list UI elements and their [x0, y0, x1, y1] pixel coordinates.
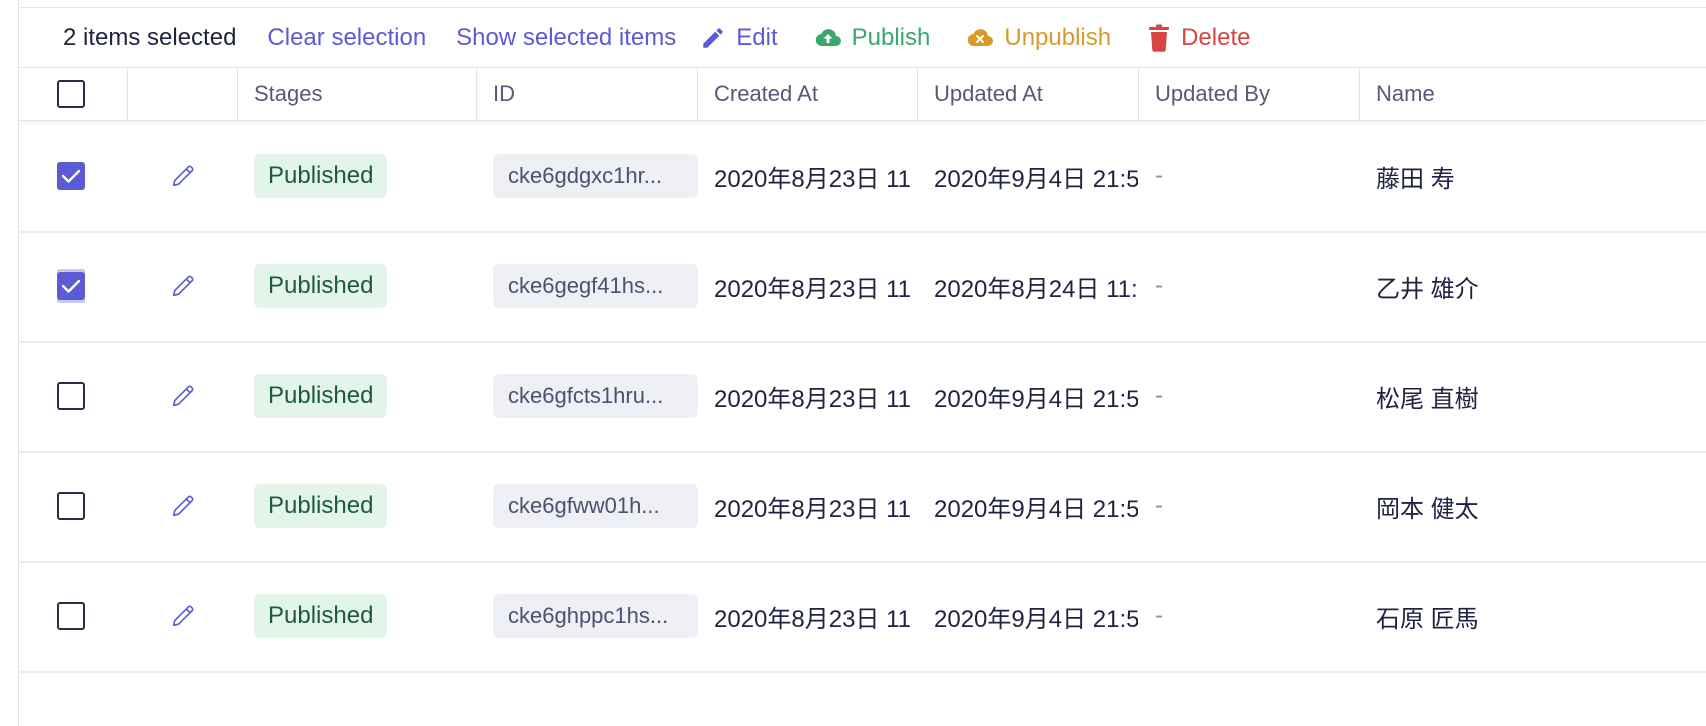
- row-edit-button[interactable]: [169, 341, 197, 451]
- id-chip[interactable]: cke6gegf41hs...: [493, 264, 698, 308]
- row-created-at: 2020年8月23日 11: [714, 275, 912, 303]
- row-updated-at: 2020年8月24日 11:: [934, 275, 1138, 303]
- row-name: 石原 匠馬: [1376, 605, 1479, 633]
- row-updated-by: -: [1155, 492, 1163, 519]
- pencil-outline-icon: [172, 385, 194, 407]
- status-badge: Published: [254, 264, 388, 308]
- trash-icon: [1149, 24, 1170, 52]
- row-select-cell: [57, 561, 85, 671]
- select-all-cell: [57, 68, 85, 120]
- table-row[interactable]: Published cke6gegf41hs... 2020年8月23日 11 202…: [19, 231, 1706, 343]
- row-stage-cell: Published: [254, 341, 388, 451]
- column-header-created-at[interactable]: Created At: [714, 68, 818, 120]
- column-divider: [127, 68, 128, 120]
- row-select-checkbox[interactable]: [57, 602, 85, 630]
- cloud-cancel-icon: [968, 28, 994, 46]
- column-header-stages[interactable]: Stages: [254, 68, 323, 120]
- row-id-cell: cke6gfcts1hru...: [493, 341, 698, 451]
- id-chip[interactable]: cke6gdgxc1hr...: [493, 154, 698, 198]
- row-edit-button[interactable]: [169, 121, 197, 231]
- checkmark-icon: [61, 169, 81, 183]
- publish-label: Publish: [851, 23, 931, 51]
- clear-selection-link[interactable]: Clear selection: [267, 24, 426, 52]
- row-id-cell: cke6gdgxc1hr...: [493, 121, 698, 231]
- row-edit-button[interactable]: [169, 561, 197, 671]
- table-row[interactable]: Published cke6ghppc1hs... 2020年8月23日 11 202…: [19, 561, 1706, 673]
- id-chip[interactable]: cke6gfcts1hru...: [493, 374, 698, 418]
- row-select-cell: [57, 121, 85, 231]
- row-id-cell: cke6ghppc1hs...: [493, 561, 698, 671]
- row-updated-by: -: [1155, 602, 1163, 629]
- column-divider: [1359, 68, 1360, 120]
- column-header-id[interactable]: ID: [493, 68, 515, 120]
- column-header-name[interactable]: Name: [1376, 68, 1435, 120]
- row-edit-button[interactable]: [169, 451, 197, 561]
- selected-count: 2 items selected: [63, 23, 237, 51]
- row-created-at: 2020年8月23日 11: [714, 385, 912, 413]
- row-created-at: 2020年8月23日 11: [714, 605, 912, 633]
- row-select-checkbox[interactable]: [57, 162, 85, 190]
- row-updated-at: 2020年9月4日 21:5: [934, 495, 1138, 523]
- row-id-cell: cke6gegf41hs...: [493, 231, 698, 341]
- id-chip[interactable]: cke6gfww01h...: [493, 484, 698, 528]
- column-header-updated-by[interactable]: Updated By: [1155, 68, 1270, 120]
- show-selected-items-link[interactable]: Show selected items: [456, 24, 676, 52]
- row-stage-cell: Published: [254, 451, 388, 561]
- row-stage-cell: Published: [254, 561, 388, 671]
- row-updated-at: 2020年9月4日 21:5: [934, 605, 1138, 633]
- row-select-cell: [57, 231, 85, 341]
- bulk-action-toolbar: 2 items selected Clear selection Show se…: [19, 8, 1706, 68]
- row-select-checkbox[interactable]: [57, 272, 85, 300]
- publish-button[interactable]: Publish: [814, 23, 931, 52]
- row-name: 岡本 健太: [1376, 495, 1479, 523]
- pencil-outline-icon: [172, 605, 194, 627]
- status-badge: Published: [254, 374, 388, 418]
- row-select-cell: [57, 451, 85, 561]
- row-select-checkbox[interactable]: [57, 492, 85, 520]
- row-stage-cell: Published: [254, 231, 388, 341]
- row-created-at: 2020年8月23日 11: [714, 495, 912, 523]
- row-name: 松尾 直樹: [1376, 385, 1479, 413]
- row-created-at: 2020年8月23日 11: [714, 165, 912, 193]
- pencil-outline-icon: [172, 165, 194, 187]
- row-updated-by: -: [1155, 162, 1163, 189]
- column-divider: [917, 68, 918, 120]
- edit-label: Edit: [736, 23, 778, 51]
- column-header-updated-at[interactable]: Updated At: [934, 68, 1043, 120]
- status-badge: Published: [254, 154, 388, 198]
- pencil-outline-icon: [172, 495, 194, 517]
- delete-button[interactable]: Delete: [1147, 24, 1250, 52]
- row-select-cell: [57, 341, 85, 451]
- row-updated-at: 2020年9月4日 21:5: [934, 385, 1138, 413]
- row-updated-by: -: [1155, 272, 1163, 299]
- delete-label: Delete: [1181, 23, 1251, 51]
- table-row[interactable]: Published cke6gfcts1hru... 2020年8月23日 11 20…: [19, 341, 1706, 453]
- pencil-icon: [703, 27, 724, 48]
- status-badge: Published: [254, 594, 388, 638]
- unpublish-label: Unpublish: [1004, 23, 1112, 51]
- unpublish-button[interactable]: Unpublish: [966, 24, 1111, 52]
- row-updated-by: -: [1155, 382, 1163, 409]
- table-header: Stages ID Created At Updated At Updated …: [19, 68, 1706, 121]
- row-edit-button[interactable]: [169, 231, 197, 341]
- table-row[interactable]: Published cke6gdgxc1hr... 2020年8月23日 11 202…: [19, 121, 1706, 233]
- row-id-cell: cke6gfww01h...: [493, 451, 698, 561]
- edit-button[interactable]: Edit: [700, 23, 778, 52]
- cloud-upload-icon: [815, 28, 841, 46]
- row-select-checkbox[interactable]: [57, 382, 85, 410]
- status-badge: Published: [254, 484, 388, 528]
- select-all-checkbox[interactable]: [57, 80, 85, 108]
- pencil-outline-icon: [172, 275, 194, 297]
- row-name: 乙井 雄介: [1376, 275, 1479, 303]
- row-name: 藤田 寿: [1376, 165, 1455, 193]
- column-divider: [1138, 68, 1139, 120]
- column-divider: [476, 68, 477, 120]
- checkmark-icon: [61, 279, 81, 293]
- id-chip[interactable]: cke6ghppc1hs...: [493, 594, 698, 638]
- column-divider: [697, 68, 698, 120]
- row-updated-at: 2020年9月4日 21:5: [934, 165, 1138, 193]
- table-row[interactable]: Published cke6gfww01h... 2020年8月23日 11 2020…: [19, 451, 1706, 563]
- row-stage-cell: Published: [254, 121, 388, 231]
- column-divider: [237, 68, 238, 120]
